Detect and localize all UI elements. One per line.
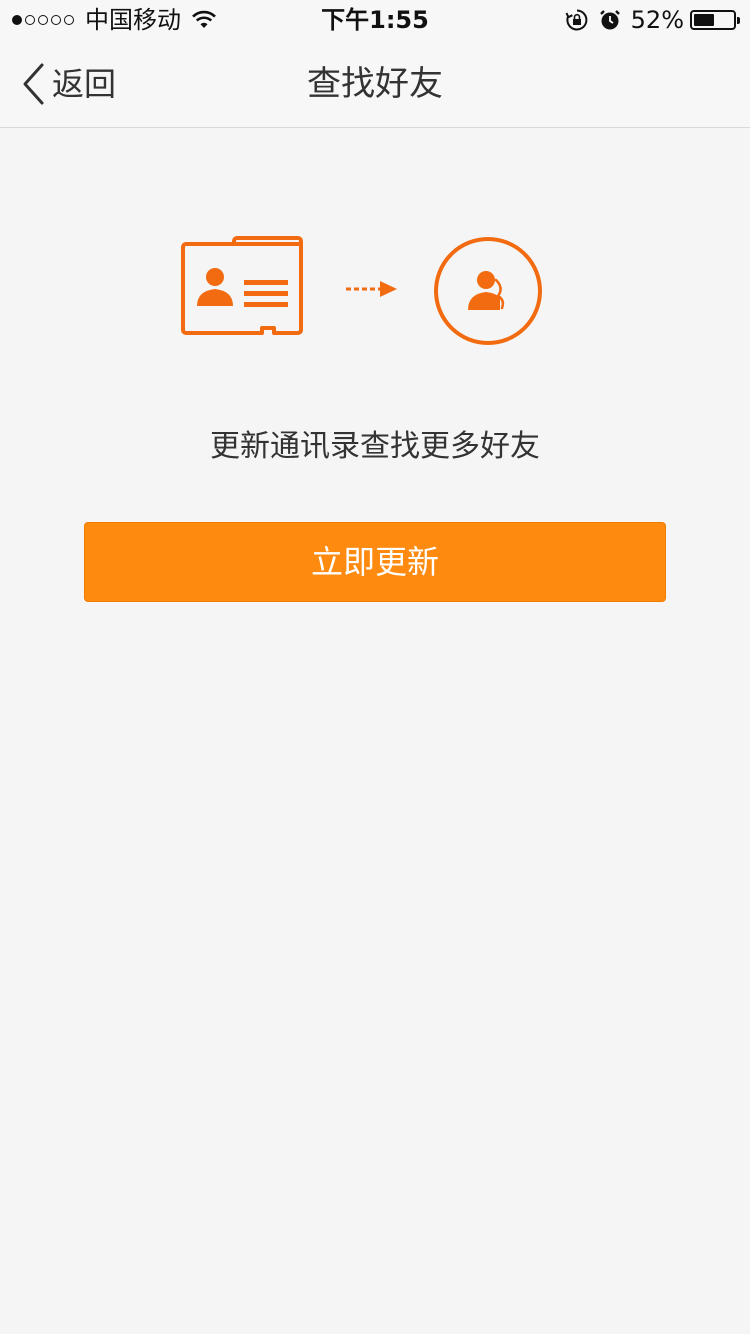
alarm-icon [599,10,620,30]
contact-card-icon [181,236,303,335]
update-now-button[interactable]: 立即更新 [84,522,666,602]
status-bar: 中国移动 下午1:55 52% [0,0,750,40]
update-contacts-message: 更新通讯录查找更多好友 [210,429,540,464]
battery-fill [694,14,714,26]
battery-percentage: 52% [630,6,684,34]
contacts-illustration [181,236,542,345]
battery-tip [737,17,740,24]
battery-icon [690,10,740,30]
page-title: 查找好友 [307,64,443,104]
arrow-right-icon [346,281,397,297]
navigation-bar: 返回 查找好友 [0,40,750,128]
friend-avatar-icon [434,237,542,345]
status-right: 52% [565,6,740,34]
orientation-lock-icon [565,9,588,31]
